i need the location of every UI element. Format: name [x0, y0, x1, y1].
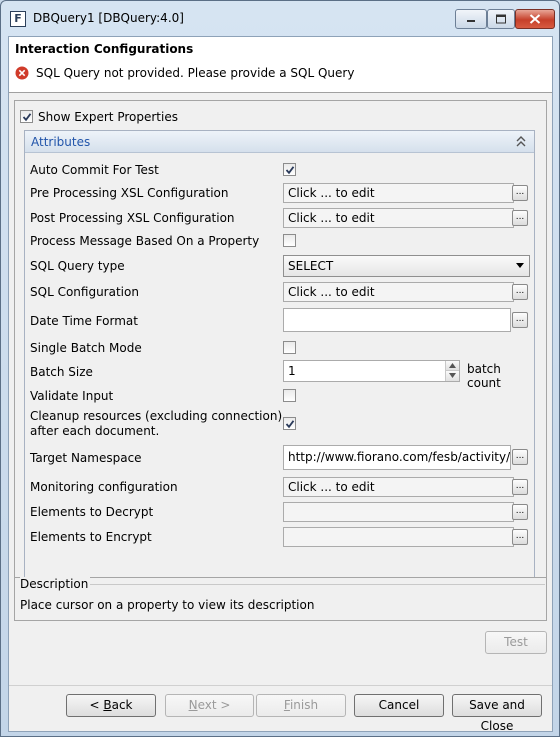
encrypt-edit-button[interactable]: ...: [512, 529, 528, 545]
process-message-label: Process Message Based On a Property: [30, 234, 260, 248]
show-expert-checkbox[interactable]: [20, 110, 33, 123]
date-time-format-field[interactable]: [283, 308, 511, 332]
error-icon: [15, 66, 29, 80]
sql-config-field[interactable]: Click ... to edit: [283, 282, 514, 302]
target-namespace-field[interactable]: http://www.fiorano.com/fesb/activity/DB: [283, 445, 511, 470]
cleanup-label-line1: Cleanup resources (excluding connection): [30, 409, 283, 423]
test-button[interactable]: Test: [485, 631, 547, 654]
pre-xsl-edit-button[interactable]: ...: [512, 185, 528, 201]
next-button[interactable]: Next >: [165, 694, 254, 717]
maximize-icon: [496, 14, 506, 24]
sql-query-type-label: SQL Query type: [30, 259, 125, 273]
title-bar[interactable]: F DBQuery1 [DBQuery:4.0]: [1, 1, 559, 35]
spinner-buttons: [445, 361, 459, 381]
checkmark-icon: [285, 166, 295, 175]
back-mnemonic: B: [103, 698, 112, 712]
sql-query-type-value: SELECT: [288, 259, 334, 273]
single-batch-checkbox[interactable]: [283, 341, 296, 354]
date-time-format-edit-button[interactable]: ...: [512, 312, 528, 328]
sql-query-type-select[interactable]: SELECT: [283, 255, 530, 277]
attributes-title: Attributes: [31, 135, 91, 149]
minimize-icon: [467, 20, 475, 22]
dialog-body: Interaction Configurations SQL Query not…: [8, 36, 553, 733]
description-title: Description: [20, 577, 91, 591]
batch-size-label: Batch Size: [30, 365, 93, 379]
validate-input-checkbox[interactable]: [283, 389, 296, 402]
finish-rest: inish: [289, 698, 319, 712]
process-message-checkbox[interactable]: [283, 234, 296, 247]
batch-count-label: batch count: [467, 362, 501, 390]
monitoring-label: Monitoring configuration: [30, 480, 178, 494]
window-title: DBQuery1 [DBQuery:4.0]: [33, 11, 184, 25]
decrypt-edit-button[interactable]: ...: [512, 504, 528, 520]
back-rest: ack: [111, 698, 133, 712]
checkmark-icon: [285, 420, 295, 429]
decrypt-label: Elements to Decrypt: [30, 505, 154, 519]
target-namespace-edit-button[interactable]: ...: [512, 449, 528, 465]
properties-panel: Show Expert Properties Attributes Auto C…: [14, 100, 547, 602]
single-batch-label: Single Batch Mode: [30, 341, 142, 355]
minimize-button[interactable]: [455, 9, 487, 29]
description-text: Place cursor on a property to view its d…: [20, 598, 315, 612]
cleanup-label-line2: after each document.: [30, 424, 160, 438]
target-namespace-label: Target Namespace: [30, 451, 142, 465]
attributes-group: Attributes Auto Commit For Test Pre Proc…: [24, 130, 535, 596]
page-title: Interaction Configurations: [15, 42, 194, 56]
cancel-button[interactable]: Cancel: [354, 694, 444, 717]
post-xsl-field[interactable]: Click ... to edit: [283, 208, 514, 228]
show-expert-label[interactable]: Show Expert Properties: [38, 110, 178, 124]
finish-button[interactable]: Finish: [256, 694, 346, 717]
post-xsl-label: Post Processing XSL Configuration: [30, 211, 235, 225]
button-bar-divider: [9, 685, 552, 686]
spin-down-button[interactable]: [446, 371, 459, 381]
close-button[interactable]: [515, 9, 555, 29]
error-message: SQL Query not provided. Please provide a…: [36, 66, 355, 80]
attributes-header[interactable]: Attributes: [25, 131, 534, 153]
checkmark-icon: [22, 113, 32, 122]
cleanup-label: Cleanup resources (excluding connection)…: [30, 409, 282, 439]
monitoring-edit-button[interactable]: ...: [512, 479, 528, 495]
batch-size-spinner[interactable]: 1: [283, 360, 460, 382]
app-icon: F: [10, 11, 26, 27]
batch-size-value: 1: [288, 364, 296, 378]
next-rest: ext >: [197, 698, 231, 712]
pre-xsl-field[interactable]: Click ... to edit: [283, 183, 514, 203]
back-prefix: <: [89, 698, 104, 712]
decrypt-field[interactable]: [283, 502, 514, 522]
double-chevron-up-icon[interactable]: [516, 136, 526, 147]
maximize-button[interactable]: [487, 9, 515, 29]
sql-config-edit-button[interactable]: ...: [512, 284, 528, 300]
auto-commit-checkbox[interactable]: [283, 163, 296, 176]
header-area: Interaction Configurations SQL Query not…: [9, 37, 552, 93]
auto-commit-label: Auto Commit For Test: [30, 163, 159, 177]
next-mnemonic: N: [188, 698, 198, 712]
encrypt-label: Elements to Encrypt: [30, 530, 152, 544]
save-and-close-button[interactable]: Save and Close: [452, 694, 542, 733]
encrypt-field[interactable]: [283, 527, 514, 547]
arrow-down-icon: [449, 373, 456, 378]
chevron-down-icon: [516, 263, 524, 268]
post-xsl-edit-button[interactable]: ...: [512, 210, 528, 226]
spin-up-button[interactable]: [446, 361, 459, 371]
close-icon: [529, 14, 541, 24]
monitoring-field[interactable]: Click ... to edit: [283, 477, 514, 497]
cleanup-checkbox[interactable]: [283, 417, 296, 430]
dialog-window: F DBQuery1 [DBQuery:4.0] Interaction Con…: [0, 0, 560, 737]
back-button[interactable]: < Back: [66, 694, 156, 717]
date-time-format-label: Date Time Format: [30, 314, 138, 328]
pre-xsl-label: Pre Processing XSL Configuration: [30, 186, 229, 200]
description-panel: Description Place cursor on a property t…: [14, 577, 547, 621]
validate-input-label: Validate Input: [30, 389, 114, 403]
sql-config-label: SQL Configuration: [30, 285, 139, 299]
arrow-up-icon: [449, 363, 456, 368]
description-divider: [85, 584, 545, 585]
